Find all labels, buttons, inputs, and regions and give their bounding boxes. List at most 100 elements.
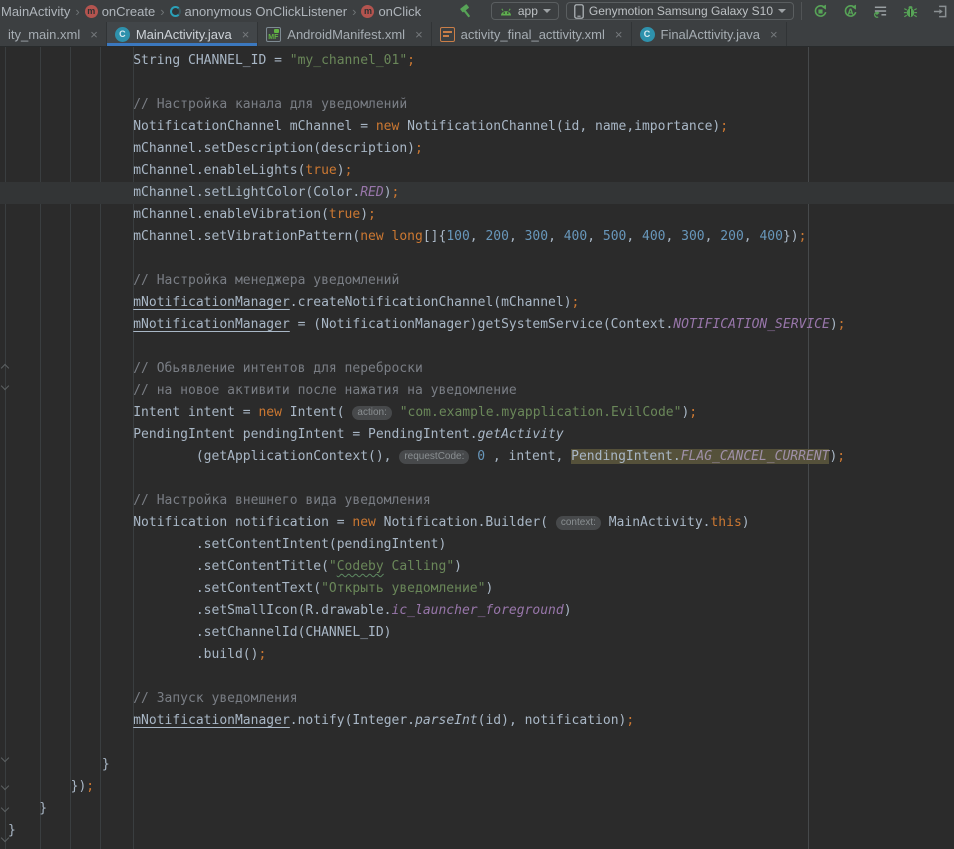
code-token: .setContentIntent(pendingIntent)	[8, 537, 446, 552]
code-editor[interactable]: String CHANNEL_ID = "my_channel_01"; // …	[0, 47, 954, 849]
breadcrumb-label: onCreate	[102, 4, 155, 19]
code-line[interactable]	[0, 468, 954, 490]
tab-close-icon[interactable]: ×	[90, 27, 98, 42]
code-token: ;	[689, 405, 697, 420]
code-token: )	[830, 317, 838, 332]
code-line[interactable]: mNotificationManager.createNotificationC…	[0, 292, 954, 314]
debug-icon	[903, 4, 918, 19]
code-token: Notification notification =	[8, 515, 352, 530]
code-token: ;	[626, 713, 634, 728]
code-line[interactable]: }	[0, 754, 954, 776]
code-token: }	[8, 823, 16, 838]
main-toolbar: MainActivity›monCreate›anonymous OnClick…	[0, 0, 954, 22]
code-line[interactable]: Intent intent = new Intent( action: "com…	[0, 402, 954, 424]
code-line[interactable]: mChannel.setVibrationPattern(new long[]{…	[0, 226, 954, 248]
code-token	[392, 405, 400, 420]
attach-debugger-button[interactable]	[932, 3, 948, 19]
code-token: 300	[681, 229, 704, 244]
code-token: ;	[258, 647, 266, 662]
code-token: true	[305, 163, 336, 178]
run-configuration-select[interactable]: app	[491, 2, 559, 20]
code-token: )	[454, 559, 462, 574]
apply-code-changes-button[interactable]: A	[842, 3, 858, 19]
code-line[interactable]: mNotificationManager = (NotificationMana…	[0, 314, 954, 336]
code-line[interactable]: mChannel.enableLights(true);	[0, 160, 954, 182]
device-label: Genymotion Samsung Galaxy S10	[589, 4, 773, 18]
breadcrumb-item-oncreate[interactable]: monCreate	[85, 4, 155, 19]
code-token: .setContentTitle(	[8, 559, 329, 574]
code-line[interactable]: // Настройка канала для уведомлений	[0, 94, 954, 116]
code-line[interactable]: mChannel.enableVibration(true);	[0, 204, 954, 226]
code-line[interactable]: Notification notification = new Notifica…	[0, 512, 954, 534]
code-token: // Запуск уведомления	[8, 691, 298, 706]
code-token	[8, 713, 133, 728]
code-line[interactable]	[0, 666, 954, 688]
code-token: []{	[423, 229, 446, 244]
code-token: 100	[446, 229, 469, 244]
code-line[interactable]: }	[0, 798, 954, 820]
breadcrumb-item-onclick[interactable]: monClick	[361, 4, 421, 19]
code-token: ,	[705, 229, 721, 244]
tab-ity-main-xml[interactable]: ity_main.xml×	[0, 22, 107, 46]
code-line[interactable]: .setContentIntent(pendingIntent)	[0, 534, 954, 556]
code-line[interactable]: // Обьявление интентов для переброски	[0, 358, 954, 380]
code-token: MainActivity.	[601, 515, 711, 530]
code-token: true	[329, 207, 360, 222]
code-line[interactable]: .setContentTitle("Codeby Calling")	[0, 556, 954, 578]
code-line[interactable]: mNotificationManager.notify(Integer.pars…	[0, 710, 954, 732]
code-line[interactable]: // на новое активити после нажатия на ув…	[0, 380, 954, 402]
code-line[interactable]: // Запуск уведомления	[0, 688, 954, 710]
anonymous-class-icon	[170, 6, 181, 17]
device-select[interactable]: Genymotion Samsung Galaxy S10	[566, 2, 794, 20]
code-line[interactable]: mChannel.setDescription(description);	[0, 138, 954, 160]
debug-button[interactable]	[902, 3, 918, 19]
code-line[interactable]: mChannel.setLightColor(Color.RED);	[0, 182, 954, 204]
code-line[interactable]: .setContentText("Открыть уведомление")	[0, 578, 954, 600]
tab-activity-final-acttivity-xml[interactable]: activity_final_acttivity.xml×	[432, 22, 632, 46]
chevron-down-icon	[778, 9, 786, 13]
tab-finalacttivity-java[interactable]: CFinalActtivity.java×	[632, 22, 787, 46]
tab-close-icon[interactable]: ×	[770, 27, 778, 42]
code-line[interactable]	[0, 732, 954, 754]
breadcrumb-item-mainactivity[interactable]: MainActivity	[1, 4, 70, 19]
code-token: ,	[509, 229, 525, 244]
code-token: 400	[642, 229, 665, 244]
breadcrumb-separator: ›	[160, 4, 164, 19]
code-line[interactable]: .setSmallIcon(R.drawable.ic_launcher_for…	[0, 600, 954, 622]
code-line[interactable]: PendingIntent pendingIntent = PendingInt…	[0, 424, 954, 446]
code-token: Codeby	[337, 559, 384, 574]
tab-mainactivity-java[interactable]: CMainActivity.java×	[107, 22, 258, 46]
tab-androidmanifest-xml[interactable]: MFAndroidManifest.xml×	[258, 22, 431, 46]
tab-close-icon[interactable]: ×	[615, 27, 623, 42]
run-list-button[interactable]	[872, 3, 888, 19]
code-token	[384, 229, 392, 244]
code-line[interactable]	[0, 72, 954, 94]
code-token: mNotificationManager	[133, 295, 290, 310]
tab-close-icon[interactable]: ×	[415, 27, 423, 42]
code-token: Intent intent =	[8, 405, 258, 420]
code-line[interactable]	[0, 336, 954, 358]
code-line[interactable]: String CHANNEL_ID = "my_channel_01";	[0, 50, 954, 72]
code-line[interactable]: });	[0, 776, 954, 798]
code-token: mChannel.setVibrationPattern(	[8, 229, 360, 244]
code-token: .build()	[8, 647, 258, 662]
make-project-button[interactable]	[458, 3, 474, 24]
breadcrumb-item-anonymous-onclicklistener[interactable]: anonymous OnClickListener	[170, 4, 348, 19]
code-line[interactable]: NotificationChannel mChannel = new Notif…	[0, 116, 954, 138]
code-token: ;	[720, 119, 728, 134]
code-token: 400	[564, 229, 587, 244]
code-line[interactable]: (getApplicationContext(), requestCode: 0…	[0, 446, 954, 468]
code-token: }	[8, 801, 47, 816]
code-token: new	[376, 119, 399, 134]
code-line[interactable]: }	[0, 820, 954, 842]
code-line[interactable]: // Настройка внешнего вида уведомления	[0, 490, 954, 512]
code-token: )	[564, 603, 572, 618]
code-line[interactable]: .build();	[0, 644, 954, 666]
code-line[interactable]	[0, 248, 954, 270]
tab-close-icon[interactable]: ×	[242, 27, 250, 42]
breadcrumb-label: anonymous OnClickListener	[185, 4, 348, 19]
phone-icon	[574, 4, 584, 19]
code-line[interactable]: // Настройка менеджера уведомлений	[0, 270, 954, 292]
code-line[interactable]: .setChannelId(CHANNEL_ID)	[0, 622, 954, 644]
apply-changes-restart-button[interactable]	[812, 3, 828, 19]
